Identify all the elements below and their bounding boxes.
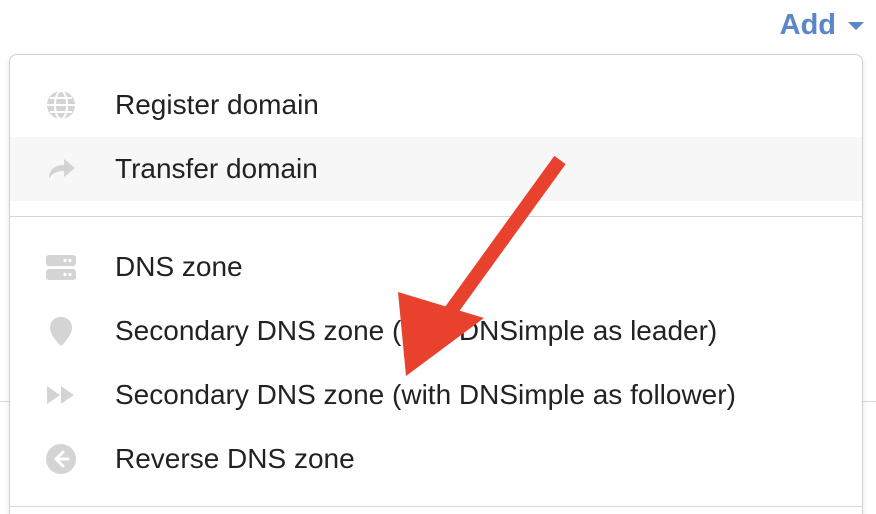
globe-icon: [44, 88, 78, 122]
menu-item-dns-zone[interactable]: DNS zone: [10, 235, 862, 299]
menu-item-label: Register domain: [115, 89, 319, 120]
server-icon: [44, 250, 78, 284]
menu-item-label: DNS zone: [115, 251, 243, 282]
add-button-label: Add: [779, 9, 836, 41]
menu-divider: [10, 506, 862, 507]
menu-item-reverse-dns-zone[interactable]: Reverse DNS zone: [10, 427, 862, 491]
menu-divider: [10, 216, 862, 217]
menu-item-label: Secondary DNS zone (with DNSimple as lea…: [115, 315, 718, 346]
page: Add Register domain Transfer domain DNS …: [0, 0, 876, 514]
share-arrow-icon: [44, 152, 78, 186]
fast-forward-icon: [44, 378, 78, 412]
add-dropdown-menu: Register domain Transfer domain DNS zone…: [9, 54, 863, 514]
menu-item-label: Reverse DNS zone: [115, 443, 355, 474]
menu-item-label: Secondary DNS zone (with DNSimple as fol…: [115, 379, 736, 410]
menu-item-register-domain[interactable]: Register domain: [10, 73, 862, 137]
menu-item-secondary-dns-follower[interactable]: Secondary DNS zone (with DNSimple as fol…: [10, 363, 862, 427]
menu-item-secondary-dns-leader[interactable]: Secondary DNS zone (with DNSimple as lea…: [10, 299, 862, 363]
menu-item-label: Transfer domain: [115, 153, 318, 184]
add-button[interactable]: Add: [780, 6, 864, 44]
menu-item-transfer-domain[interactable]: Transfer domain: [10, 137, 862, 201]
caret-down-icon: [848, 22, 864, 30]
circle-arrow-left-icon: [44, 442, 78, 476]
map-pin-icon: [44, 314, 78, 348]
